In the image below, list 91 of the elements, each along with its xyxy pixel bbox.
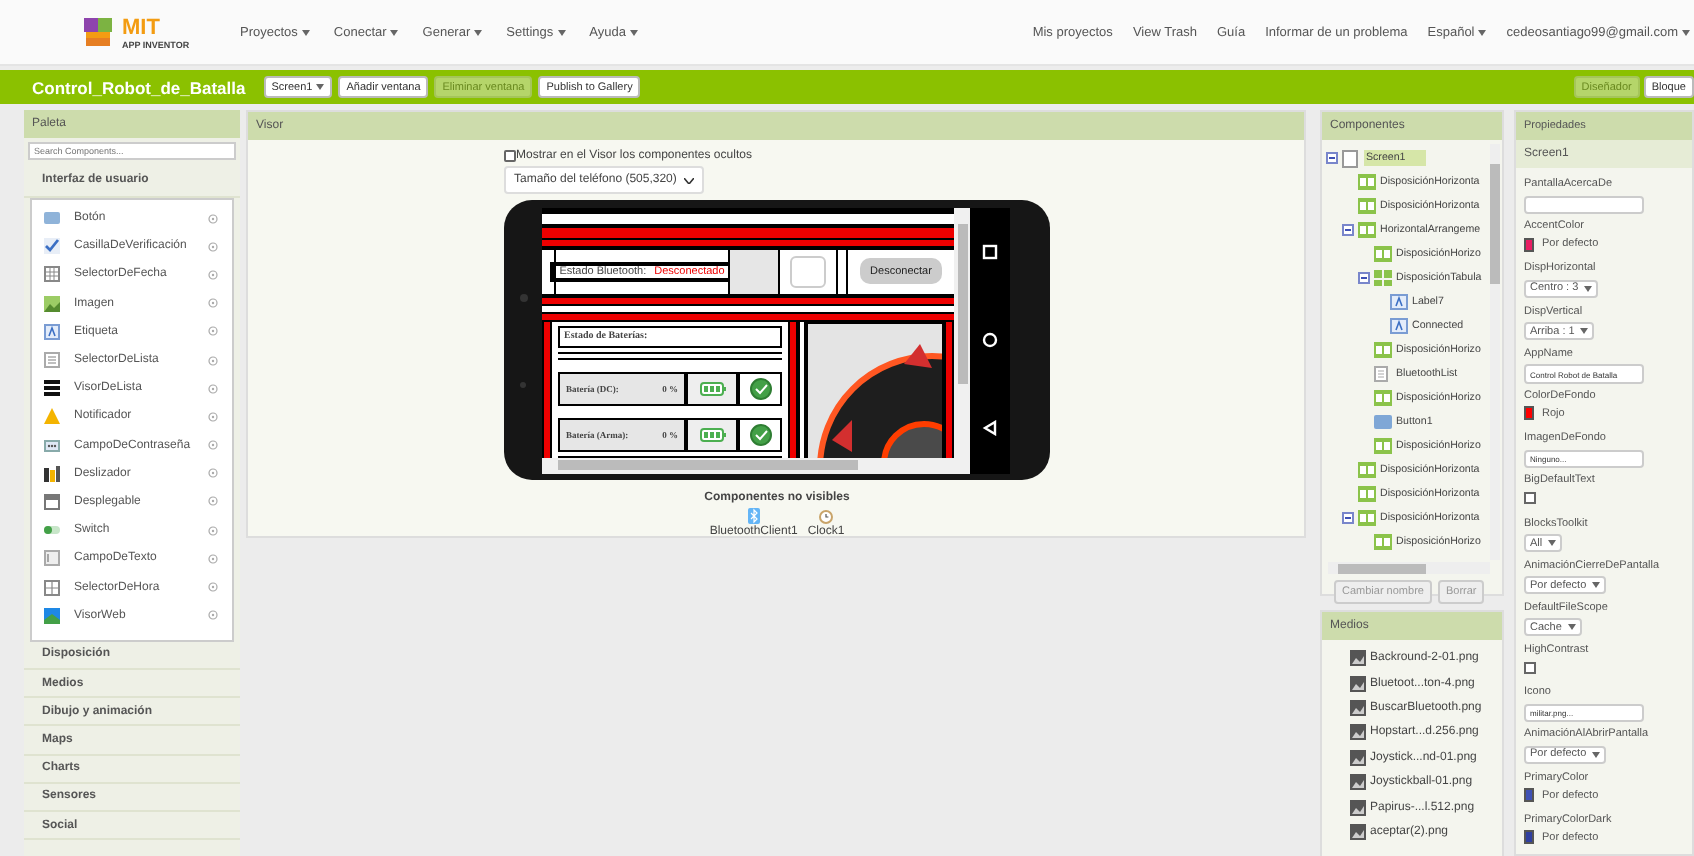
project-title: Control_Robot_de_Batalla <box>32 77 246 97</box>
help-icon <box>208 440 218 451</box>
grid-icon <box>44 579 60 596</box>
warning-icon <box>44 408 60 425</box>
layout-icon <box>1358 485 1376 503</box>
label-icon <box>1390 317 1408 335</box>
text-field-icon <box>44 550 60 567</box>
bluetooth-icon <box>747 508 760 524</box>
layout-icon <box>1358 221 1376 239</box>
caret-icon <box>629 29 638 35</box>
checkbox[interactable] <box>504 150 516 162</box>
list-icon <box>1374 365 1392 383</box>
caret-icon <box>1584 285 1593 292</box>
label-icon <box>44 323 60 340</box>
layout-icon <box>1374 437 1392 455</box>
text-area[interactable] <box>1524 195 1644 215</box>
globe-icon <box>44 607 60 624</box>
picture-icon <box>44 295 60 312</box>
calendar-icon <box>44 266 60 283</box>
help-icon <box>208 383 218 394</box>
slider-icon <box>44 465 60 482</box>
password-field-icon <box>44 437 60 454</box>
caret-icon <box>1478 29 1487 35</box>
help-icon <box>208 468 218 479</box>
caret-icon <box>1682 29 1690 35</box>
home-icon <box>982 331 998 348</box>
image-file-icon <box>1350 699 1366 716</box>
caret-icon <box>1592 751 1601 758</box>
help-icon <box>208 411 218 422</box>
layout-icon <box>1358 173 1376 191</box>
image-file-icon <box>1350 650 1366 667</box>
help-icon <box>208 610 218 621</box>
list-icon <box>44 380 60 397</box>
button-icon <box>44 210 60 227</box>
help-icon <box>208 213 218 224</box>
image-file-icon <box>1350 675 1366 692</box>
help-icon <box>208 582 218 593</box>
scrollbar[interactable] <box>1490 144 1500 560</box>
checkbox[interactable] <box>1524 491 1536 504</box>
caret-icon <box>474 29 483 35</box>
caret-icon <box>1567 624 1576 631</box>
square-icon <box>982 243 998 260</box>
battery-icon <box>699 427 725 441</box>
image-file-icon <box>1350 799 1366 816</box>
scrollbar[interactable] <box>1328 562 1490 574</box>
layout-icon <box>1358 461 1376 479</box>
caret-icon <box>316 84 325 90</box>
help-icon <box>208 298 218 309</box>
button-icon <box>1374 413 1392 431</box>
checkbox[interactable] <box>1524 661 1536 674</box>
check-circle-icon <box>749 423 771 445</box>
help-icon <box>208 496 218 507</box>
help-icon <box>208 355 218 366</box>
help-icon <box>208 525 218 536</box>
alarm-clock-icon <box>818 508 835 524</box>
checkmark-icon <box>44 238 60 255</box>
layout-icon <box>1374 389 1392 407</box>
label-icon <box>1390 293 1408 311</box>
scrollbar-thumb[interactable] <box>558 460 858 470</box>
caret-icon <box>1580 328 1589 335</box>
image-file-icon <box>1350 749 1366 766</box>
layout-icon <box>1374 533 1392 551</box>
screen-icon <box>1342 149 1360 167</box>
help-icon <box>208 241 218 252</box>
help-icon <box>208 326 218 337</box>
dropdown-icon <box>44 493 60 510</box>
table-icon <box>1374 269 1392 287</box>
caret-icon <box>1548 540 1557 546</box>
layout-icon <box>1374 341 1392 359</box>
help-icon <box>208 553 218 564</box>
logo-title: MIT <box>122 15 162 39</box>
caret-icon <box>557 29 566 35</box>
scrollbar[interactable] <box>954 207 970 457</box>
back-icon <box>982 420 998 437</box>
caret-icon <box>390 29 399 35</box>
image-file-icon <box>1350 823 1366 840</box>
scrollbar-thumb[interactable] <box>957 223 967 383</box>
chevron-icon <box>684 177 695 183</box>
logo-icon <box>80 17 116 47</box>
layout-icon <box>1358 197 1376 215</box>
list-icon <box>44 352 60 369</box>
blank-button[interactable] <box>790 255 826 287</box>
image-file-icon <box>1350 724 1366 741</box>
image-file-icon <box>1350 774 1366 791</box>
caret-icon <box>301 29 310 35</box>
layout-icon <box>1358 509 1376 527</box>
check-circle-icon <box>749 377 771 399</box>
help-icon <box>208 269 218 280</box>
layout-icon <box>1374 245 1392 263</box>
battery-icon <box>699 381 725 395</box>
caret-icon <box>1592 582 1601 589</box>
